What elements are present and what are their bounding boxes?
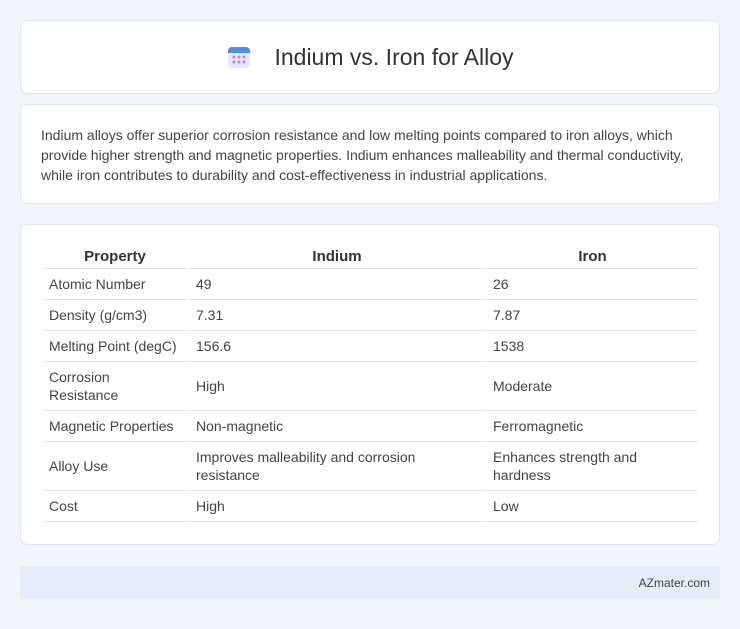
table-cell: Alloy Use — [43, 442, 187, 491]
table-row: Cost High Low — [43, 491, 698, 522]
table-row: Alloy Use Improves malleability and corr… — [43, 442, 698, 491]
table-header-row: Property Indium Iron — [43, 245, 698, 269]
table-cell: 156.6 — [187, 331, 484, 362]
table-cell: Corrosion Resistance — [43, 362, 187, 411]
summary-card: Indium alloys offer superior corrosion r… — [20, 104, 720, 204]
table-cell: High — [187, 362, 484, 411]
comparison-table: Property Indium Iron Atomic Number 49 26… — [43, 245, 698, 522]
table-row: Atomic Number 49 26 — [43, 269, 698, 300]
table-cell: Magnetic Properties — [43, 411, 187, 442]
table-cell: 7.87 — [484, 300, 698, 331]
table-cell: Low — [484, 491, 698, 522]
table-cell: 26 — [484, 269, 698, 300]
table-cell: Improves malleability and corrosion resi… — [187, 442, 484, 491]
table-cell: Ferromagnetic — [484, 411, 698, 442]
table-row: Magnetic Properties Non-magnetic Ferroma… — [43, 411, 698, 442]
comparison-card: Property Indium Iron Atomic Number 49 26… — [20, 224, 720, 545]
table-row: Corrosion Resistance High Moderate — [43, 362, 698, 411]
table-row: Melting Point (degC) 156.6 1538 — [43, 331, 698, 362]
calendar-icon — [226, 44, 252, 70]
table-cell: Melting Point (degC) — [43, 331, 187, 362]
table-cell: Enhances strength and hardness — [484, 442, 698, 491]
footer: AZmater.com — [20, 566, 720, 599]
table-cell: 1538 — [484, 331, 698, 362]
header-property: Property — [43, 245, 187, 269]
footer-brand[interactable]: AZmater.com — [639, 576, 710, 590]
table-cell: 49 — [187, 269, 484, 300]
table-cell: Atomic Number — [43, 269, 187, 300]
table-cell: Moderate — [484, 362, 698, 411]
table-cell: Non-magnetic — [187, 411, 484, 442]
title-card: Indium vs. Iron for Alloy — [20, 20, 720, 94]
table-cell: High — [187, 491, 484, 522]
header-indium: Indium — [187, 245, 484, 269]
summary-text: Indium alloys offer superior corrosion r… — [41, 127, 684, 183]
header-iron: Iron — [484, 245, 698, 269]
table-row: Density (g/cm3) 7.31 7.87 — [43, 300, 698, 331]
table-cell: Cost — [43, 491, 187, 522]
table-cell: Density (g/cm3) — [43, 300, 187, 331]
page-title: Indium vs. Iron for Alloy — [274, 43, 514, 70]
table-cell: 7.31 — [187, 300, 484, 331]
